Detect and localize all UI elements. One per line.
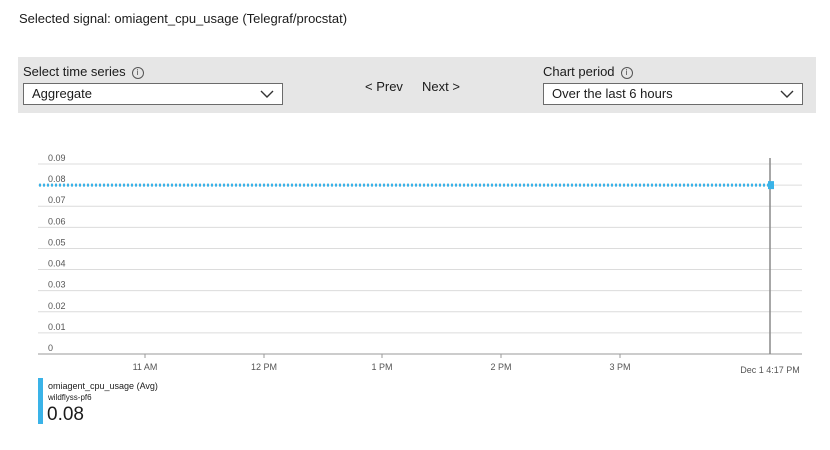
series-endpoint	[768, 181, 774, 190]
y-tick-label: 0.07	[48, 195, 66, 205]
x-tick-label: 2 PM	[490, 362, 511, 372]
legend-resource-name: wildflyss-pf6	[48, 393, 92, 402]
legend-series-name: omiagent_cpu_usage (Avg)	[48, 381, 158, 391]
y-tick-label: 0.08	[48, 174, 66, 184]
y-tick-label: 0.01	[48, 322, 66, 332]
legend-color-swatch	[38, 378, 43, 424]
y-tick-label: 0.09	[48, 153, 66, 163]
y-tick-label: 0.05	[48, 237, 66, 247]
y-tick-label: 0.03	[48, 280, 66, 290]
x-end-label: Dec 1 4:17 PM	[740, 365, 800, 375]
x-tick-label: 12 PM	[251, 362, 277, 372]
y-tick-label: 0.04	[48, 259, 66, 269]
x-tick-label: 3 PM	[609, 362, 630, 372]
y-tick-label: 0.02	[48, 301, 66, 311]
legend-value: 0.08	[47, 404, 84, 425]
y-tick-label: 0	[48, 343, 53, 353]
y-tick-label: 0.06	[48, 216, 66, 226]
x-tick-label: 11 AM	[133, 362, 158, 372]
x-tick-label: 1 PM	[371, 362, 392, 372]
